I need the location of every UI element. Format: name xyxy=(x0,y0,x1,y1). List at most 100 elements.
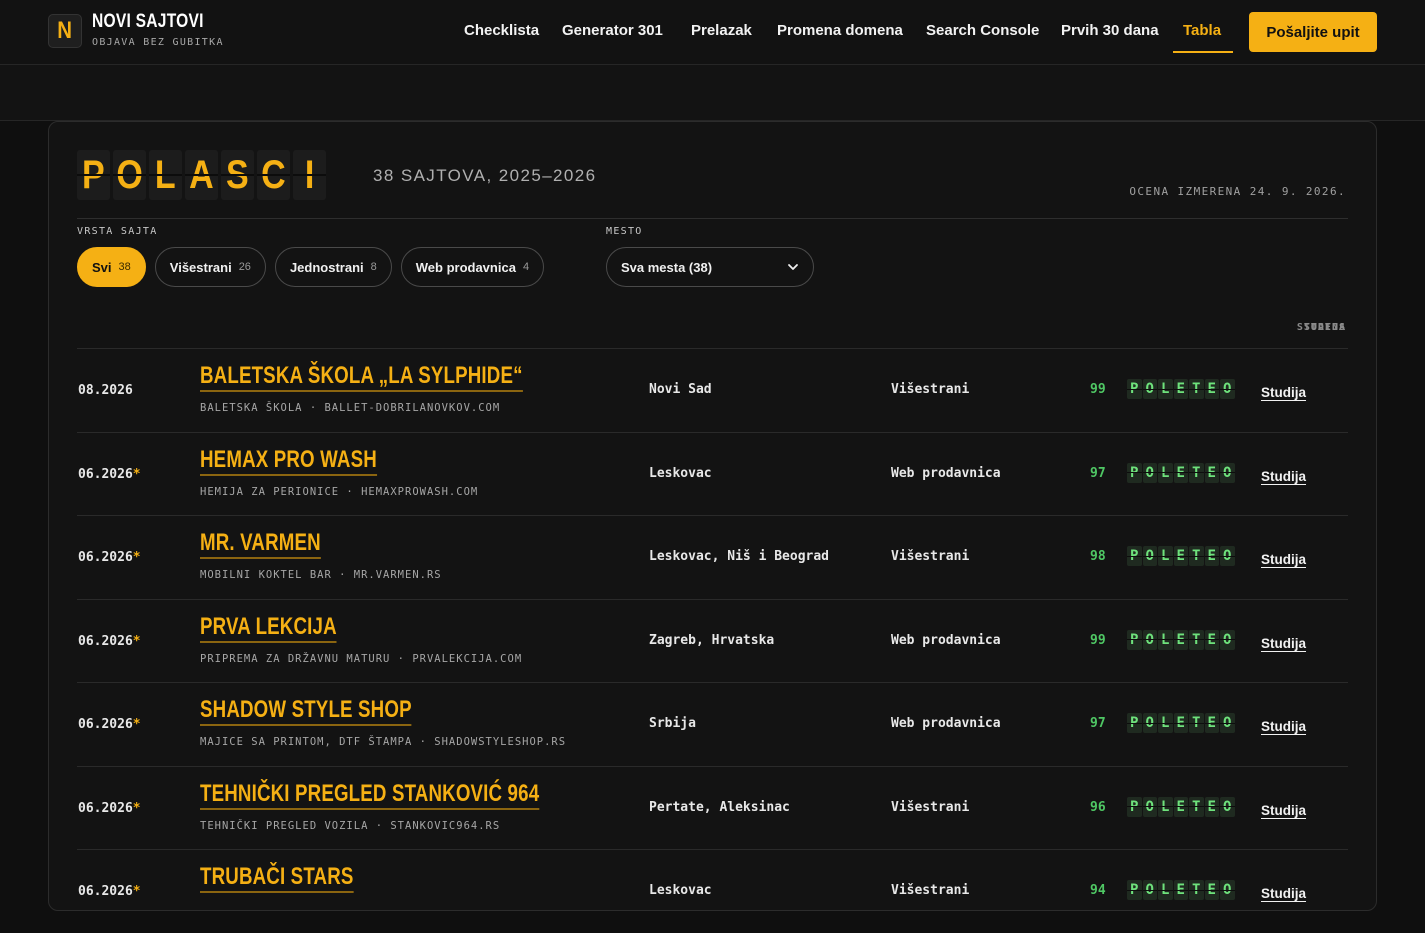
nav-link-promena-domena[interactable]: Promena domena xyxy=(777,22,903,39)
departures-list: 08.2026 BALETSKA ŠKOLA „LA SYLPHIDE“ BAL… xyxy=(77,348,1348,933)
status-flap: E xyxy=(1173,379,1188,399)
site-name-link[interactable]: SHADOW STYLE SHOP xyxy=(200,697,412,726)
site-description: MAJICE SA PRINTOM, DTF ŠTAMPA · SHADOWST… xyxy=(200,736,567,748)
status-flap: E xyxy=(1204,796,1219,817)
site-city: Srbija xyxy=(649,716,696,731)
status-flap: O xyxy=(1142,462,1157,483)
site-city: Novi Sad xyxy=(649,382,712,397)
status-flap: O xyxy=(1142,713,1157,733)
status-flap: P xyxy=(1127,796,1142,817)
site-city: Leskovac xyxy=(649,465,712,481)
status-flaps: POLETEO xyxy=(1127,796,1235,817)
site-type: Web prodavnica xyxy=(891,632,1001,648)
filter-chip-webshop[interactable]: Web prodavnica 4 xyxy=(400,247,545,287)
site-type-label: VRSTA SAJTA xyxy=(77,226,158,237)
filter-chip-onepage[interactable]: Jednostrani 8 xyxy=(274,247,392,287)
column-headers: STATUS OCENA STUDIJA xyxy=(1266,322,1346,334)
site-description: BALETSKA ŠKOLA · BALLET-DOBRILANOVKOV.CO… xyxy=(200,402,501,414)
site-type-filter: Svi 38 Višestrani 26 Jednostrani 8 Web p… xyxy=(77,247,545,287)
status-flap: L xyxy=(1158,462,1173,483)
site-name-link[interactable]: MR. VARMEN xyxy=(200,530,321,559)
date-star: * xyxy=(132,550,141,565)
status-flaps: POLETEO xyxy=(1127,546,1235,566)
site-type: Web prodavnica xyxy=(891,716,1001,731)
column-header-study: STUDIJA xyxy=(1296,322,1346,333)
status-flap: E xyxy=(1173,462,1188,483)
case-study-link[interactable]: Studija xyxy=(1261,886,1306,901)
site-city: Zagreb, Hrvatska xyxy=(649,632,775,648)
case-study-link[interactable]: Studija xyxy=(1261,803,1306,818)
send-inquiry-button[interactable]: Pošaljite upit xyxy=(1249,12,1377,52)
nav-link-prelazak[interactable]: Prelazak xyxy=(691,22,752,39)
status-flap: L xyxy=(1158,880,1173,900)
date-star: * xyxy=(132,800,141,816)
status-flap: L xyxy=(1158,629,1173,650)
chip-count: 4 xyxy=(522,261,530,273)
table-row: 06.2026* HEMAX PRO WASH HEMIJA ZA PERION… xyxy=(77,431,1348,516)
site-name-link[interactable]: TRUBAČI STARS xyxy=(200,864,354,893)
site-name-link[interactable]: BALETSKA ŠKOLA „LA SYLPHIDE“ xyxy=(200,363,523,392)
status-flap: O xyxy=(1220,546,1235,566)
status-flap: E xyxy=(1173,546,1188,566)
case-study-link[interactable]: Studija xyxy=(1261,385,1306,400)
status-flaps: POLETEO xyxy=(1127,713,1235,733)
nav-link-search-console[interactable]: Search Console xyxy=(926,22,1039,39)
site-name-link[interactable]: HEMAX PRO WASH xyxy=(200,446,377,476)
table-row: 06.2026* TEHNIČKI PREGLED STANKOVIĆ 964 … xyxy=(77,765,1348,850)
site-name-link[interactable]: PRVA LEKCIJA xyxy=(200,613,337,643)
chip-count: 38 xyxy=(118,261,131,273)
launch-date: 08.2026 xyxy=(78,383,133,398)
filter-chip-multipage[interactable]: Višestrani 26 xyxy=(154,247,266,287)
logo[interactable]: N xyxy=(48,14,82,48)
case-study-link[interactable]: Studija xyxy=(1261,636,1306,651)
status-flap: L xyxy=(1158,713,1173,733)
status-flap: E xyxy=(1173,880,1188,900)
active-nav-indicator xyxy=(1173,51,1233,53)
status-flap: E xyxy=(1204,546,1219,566)
site-description: HEMIJA ZA PERIONICE · HEMAXPROWASH.COM xyxy=(200,485,479,498)
status-flap: E xyxy=(1204,462,1219,483)
status-flap: L xyxy=(1158,379,1173,399)
site-type: Višestrani xyxy=(891,799,970,815)
filter-chip-all[interactable]: Svi 38 xyxy=(77,247,146,287)
launch-date: 06.2026* xyxy=(78,466,141,482)
status-flap: O xyxy=(1220,629,1235,650)
status-flaps: POLETEO xyxy=(1127,880,1235,900)
city-select[interactable]: Sva mesta (38) xyxy=(606,247,814,287)
case-study-link[interactable]: Studija xyxy=(1261,469,1306,484)
table-row: 08.2026 BALETSKA ŠKOLA „LA SYLPHIDE“ BAL… xyxy=(77,348,1348,432)
status-flap: E xyxy=(1204,713,1219,733)
site-score: 99 xyxy=(1090,632,1106,648)
nav-link-generator-301[interactable]: Generator 301 xyxy=(562,22,663,39)
divider xyxy=(77,218,1348,219)
site-type: Višestrani xyxy=(891,382,970,397)
chip-count: 26 xyxy=(238,261,251,273)
city-select-value: Sva mesta (38) xyxy=(621,259,713,275)
nav-link-prvih-30-dana[interactable]: Prvih 30 dana xyxy=(1061,22,1159,39)
score-measured-date: OCENA IZMERENA 24. 9. 2026. xyxy=(1129,185,1346,198)
launch-date: 06.2026* xyxy=(78,633,141,649)
header-band xyxy=(0,65,1425,121)
nav-link-tabla[interactable]: Tabla xyxy=(1183,22,1221,39)
launch-date: 06.2026* xyxy=(78,550,141,565)
table-row: 06.2026* PRVA LEKCIJA PRIPREMA ZA DRŽAVN… xyxy=(77,598,1348,683)
status-flap: O xyxy=(1220,713,1235,733)
brand-name[interactable]: NOVI SAJTOVI xyxy=(92,11,204,33)
board-subtitle: 38 SAJTOVA, 2025–2026 xyxy=(373,166,597,185)
status-flap: O xyxy=(1142,880,1157,900)
site-description: MOBILNI KOKTEL BAR · MR.VARMEN.RS xyxy=(200,569,442,581)
table-row: 06.2026* MR. VARMEN MOBILNI KOKTEL BAR ·… xyxy=(77,515,1348,599)
board-title: P O L A S C I xyxy=(77,150,326,200)
site-name-link[interactable]: TEHNIČKI PREGLED STANKOVIĆ 964 xyxy=(200,780,540,810)
brand-tagline: OBJAVA BEZ GUBITKA xyxy=(92,37,224,48)
date-star: * xyxy=(132,633,141,649)
status-flap: O xyxy=(1142,379,1157,399)
nav-link-checklista[interactable]: Checklista xyxy=(464,22,539,39)
case-study-link[interactable]: Studija xyxy=(1261,552,1306,567)
case-study-link[interactable]: Studija xyxy=(1261,719,1306,734)
title-flap: P xyxy=(77,150,110,200)
title-flap: S xyxy=(221,150,254,200)
status-flap: O xyxy=(1220,796,1235,817)
site-score: 97 xyxy=(1090,465,1106,481)
status-flap: P xyxy=(1127,379,1142,399)
